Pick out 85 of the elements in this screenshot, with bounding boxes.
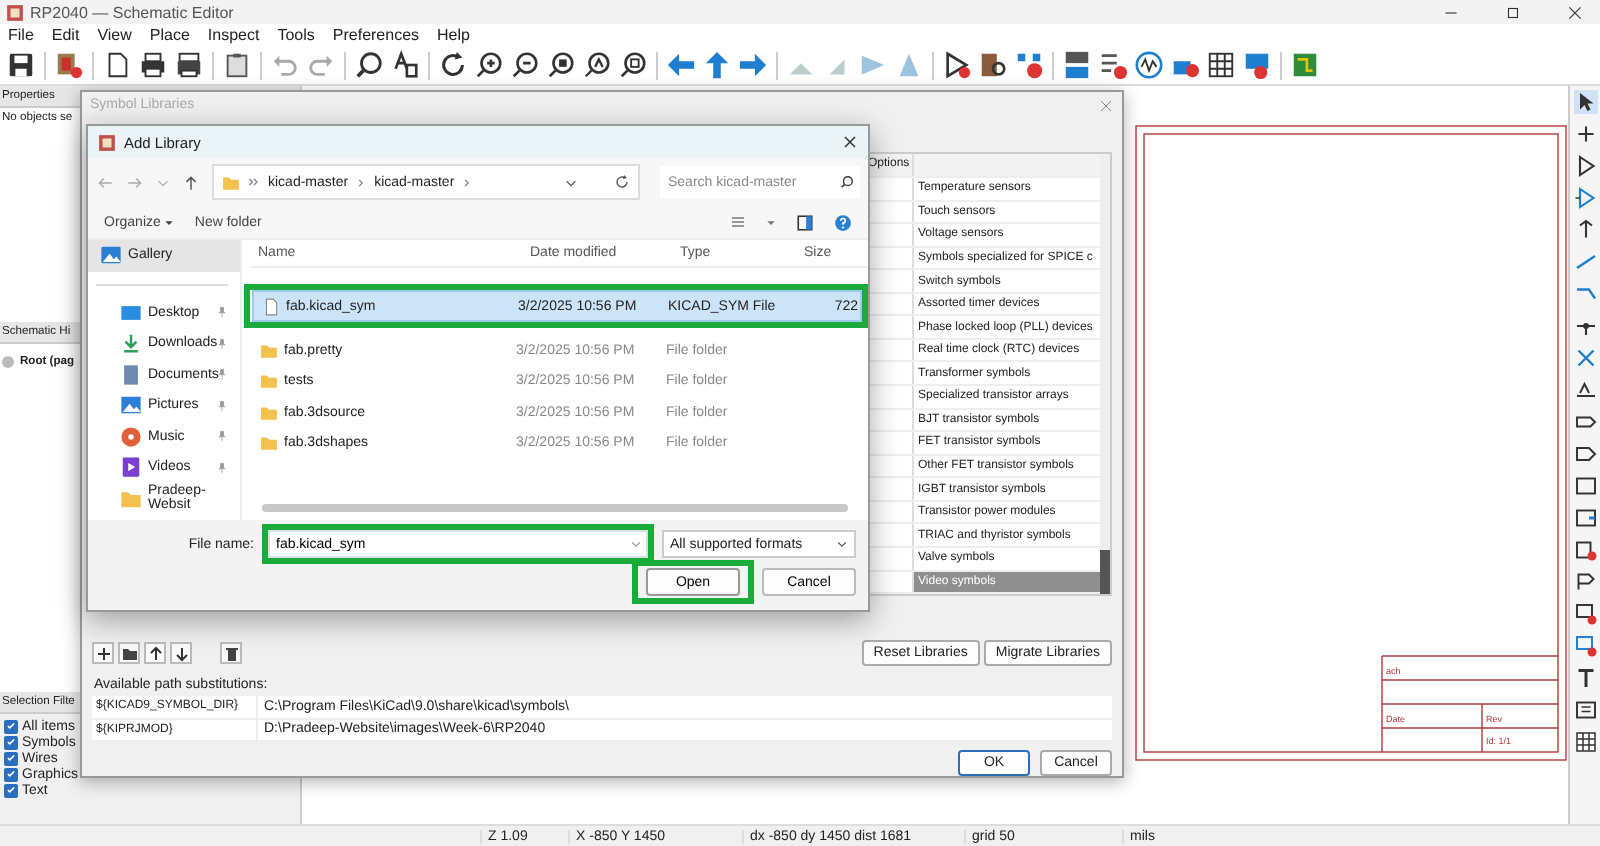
table-icon[interactable]	[1573, 730, 1597, 754]
chevron-right-icon	[462, 177, 473, 187]
printer-icon[interactable]	[138, 50, 168, 80]
pointer-icon[interactable]	[1573, 90, 1597, 114]
clipboard-icon[interactable]	[222, 50, 252, 80]
up-icon[interactable]	[182, 173, 200, 191]
help-icon[interactable]	[834, 213, 852, 231]
monitor-icon	[120, 301, 142, 324]
menu-item[interactable]: Edit	[51, 26, 80, 44]
music-icon	[120, 425, 142, 448]
no-connect-icon[interactable]	[1573, 346, 1597, 370]
view-list-icon[interactable]	[730, 214, 746, 230]
checkbox[interactable]	[4, 719, 18, 733]
zoom-fit-icon[interactable]	[546, 50, 576, 80]
plotter-icon[interactable]	[174, 50, 204, 80]
overflow-chevron-icon	[248, 176, 260, 188]
chevron-down-icon[interactable]	[564, 175, 578, 189]
checkbox[interactable]	[4, 751, 18, 765]
save-icon[interactable]	[6, 50, 36, 80]
arrow-left-icon[interactable]	[666, 50, 696, 80]
sheet-pin-icon[interactable]	[1573, 506, 1597, 530]
refresh-icon[interactable]	[438, 50, 468, 80]
refresh-icon[interactable]	[614, 174, 630, 190]
checkbox[interactable]	[4, 735, 18, 749]
delete-button[interactable]	[220, 642, 242, 664]
plus-icon	[95, 645, 111, 661]
trash-icon	[223, 645, 239, 661]
window-title: RP2040 — Schematic Editor	[30, 3, 236, 21]
download-icon	[120, 332, 142, 355]
menu-item[interactable]: Tools	[277, 26, 315, 44]
checkbox[interactable]	[4, 783, 18, 797]
scrollbar[interactable]	[1100, 154, 1110, 594]
document-icon	[120, 363, 142, 386]
preview-pane-icon[interactable]	[796, 213, 814, 231]
checklist-icon[interactable]	[1098, 50, 1128, 80]
scrollbar[interactable]	[262, 504, 848, 512]
restore-icon[interactable]	[1504, 3, 1522, 21]
table-icon[interactable]	[1206, 50, 1236, 80]
chevron-down-icon	[630, 538, 642, 550]
move-up-button[interactable]	[144, 642, 166, 664]
app-logo-icon	[6, 3, 24, 21]
amplifier-icon[interactable]	[942, 50, 972, 80]
app-logo-icon	[98, 133, 116, 151]
find-replace-icon[interactable]	[390, 50, 420, 80]
close-icon[interactable]	[842, 134, 858, 150]
chevron-down-icon	[836, 538, 848, 550]
menu-item[interactable]: File	[8, 26, 34, 44]
arrow-up-icon[interactable]	[702, 50, 732, 80]
chevron-right-icon	[356, 177, 367, 187]
folder-icon	[121, 645, 137, 661]
net-label-icon[interactable]	[1573, 378, 1597, 402]
caret-icon	[164, 217, 175, 227]
menu-item[interactable]: Place	[149, 26, 190, 44]
menu-item[interactable]: View	[97, 26, 132, 44]
waveform-icon[interactable]	[1134, 50, 1164, 80]
folder-button[interactable]	[118, 642, 140, 664]
add-button[interactable]	[92, 642, 114, 664]
text-icon[interactable]	[1573, 666, 1597, 690]
sheet-icon[interactable]	[1573, 474, 1597, 498]
picture-icon	[120, 394, 142, 417]
text-box-icon[interactable]	[1573, 698, 1597, 722]
zoom-objects-icon[interactable]	[582, 50, 612, 80]
search-icon[interactable]	[354, 50, 384, 80]
picture-icon	[100, 244, 122, 267]
amplifier-icon[interactable]	[1573, 154, 1597, 178]
arrow-up-icon	[147, 645, 163, 661]
folder-icon	[120, 487, 142, 510]
zoom-selection-icon[interactable]	[618, 50, 648, 80]
caret-icon[interactable]	[766, 217, 776, 227]
search-icon	[840, 175, 854, 189]
zoom-in-icon[interactable]	[474, 50, 504, 80]
wire-icon[interactable]	[1573, 250, 1597, 274]
pcb-icon[interactable]	[1290, 50, 1320, 80]
video-icon	[120, 456, 142, 479]
arrow-down-icon	[173, 645, 189, 661]
menu-item[interactable]: Preferences	[332, 26, 420, 44]
zoom-out-icon[interactable]	[510, 50, 540, 80]
arrow-right-icon[interactable]	[738, 50, 768, 80]
close-icon[interactable]	[1566, 3, 1584, 21]
menu-item[interactable]: Inspect	[207, 26, 260, 44]
menu-item[interactable]: Help	[437, 26, 470, 44]
checkbox[interactable]	[4, 767, 18, 781]
document-icon	[262, 297, 280, 315]
move-down-button[interactable]	[170, 642, 192, 664]
folder-icon	[222, 173, 240, 191]
